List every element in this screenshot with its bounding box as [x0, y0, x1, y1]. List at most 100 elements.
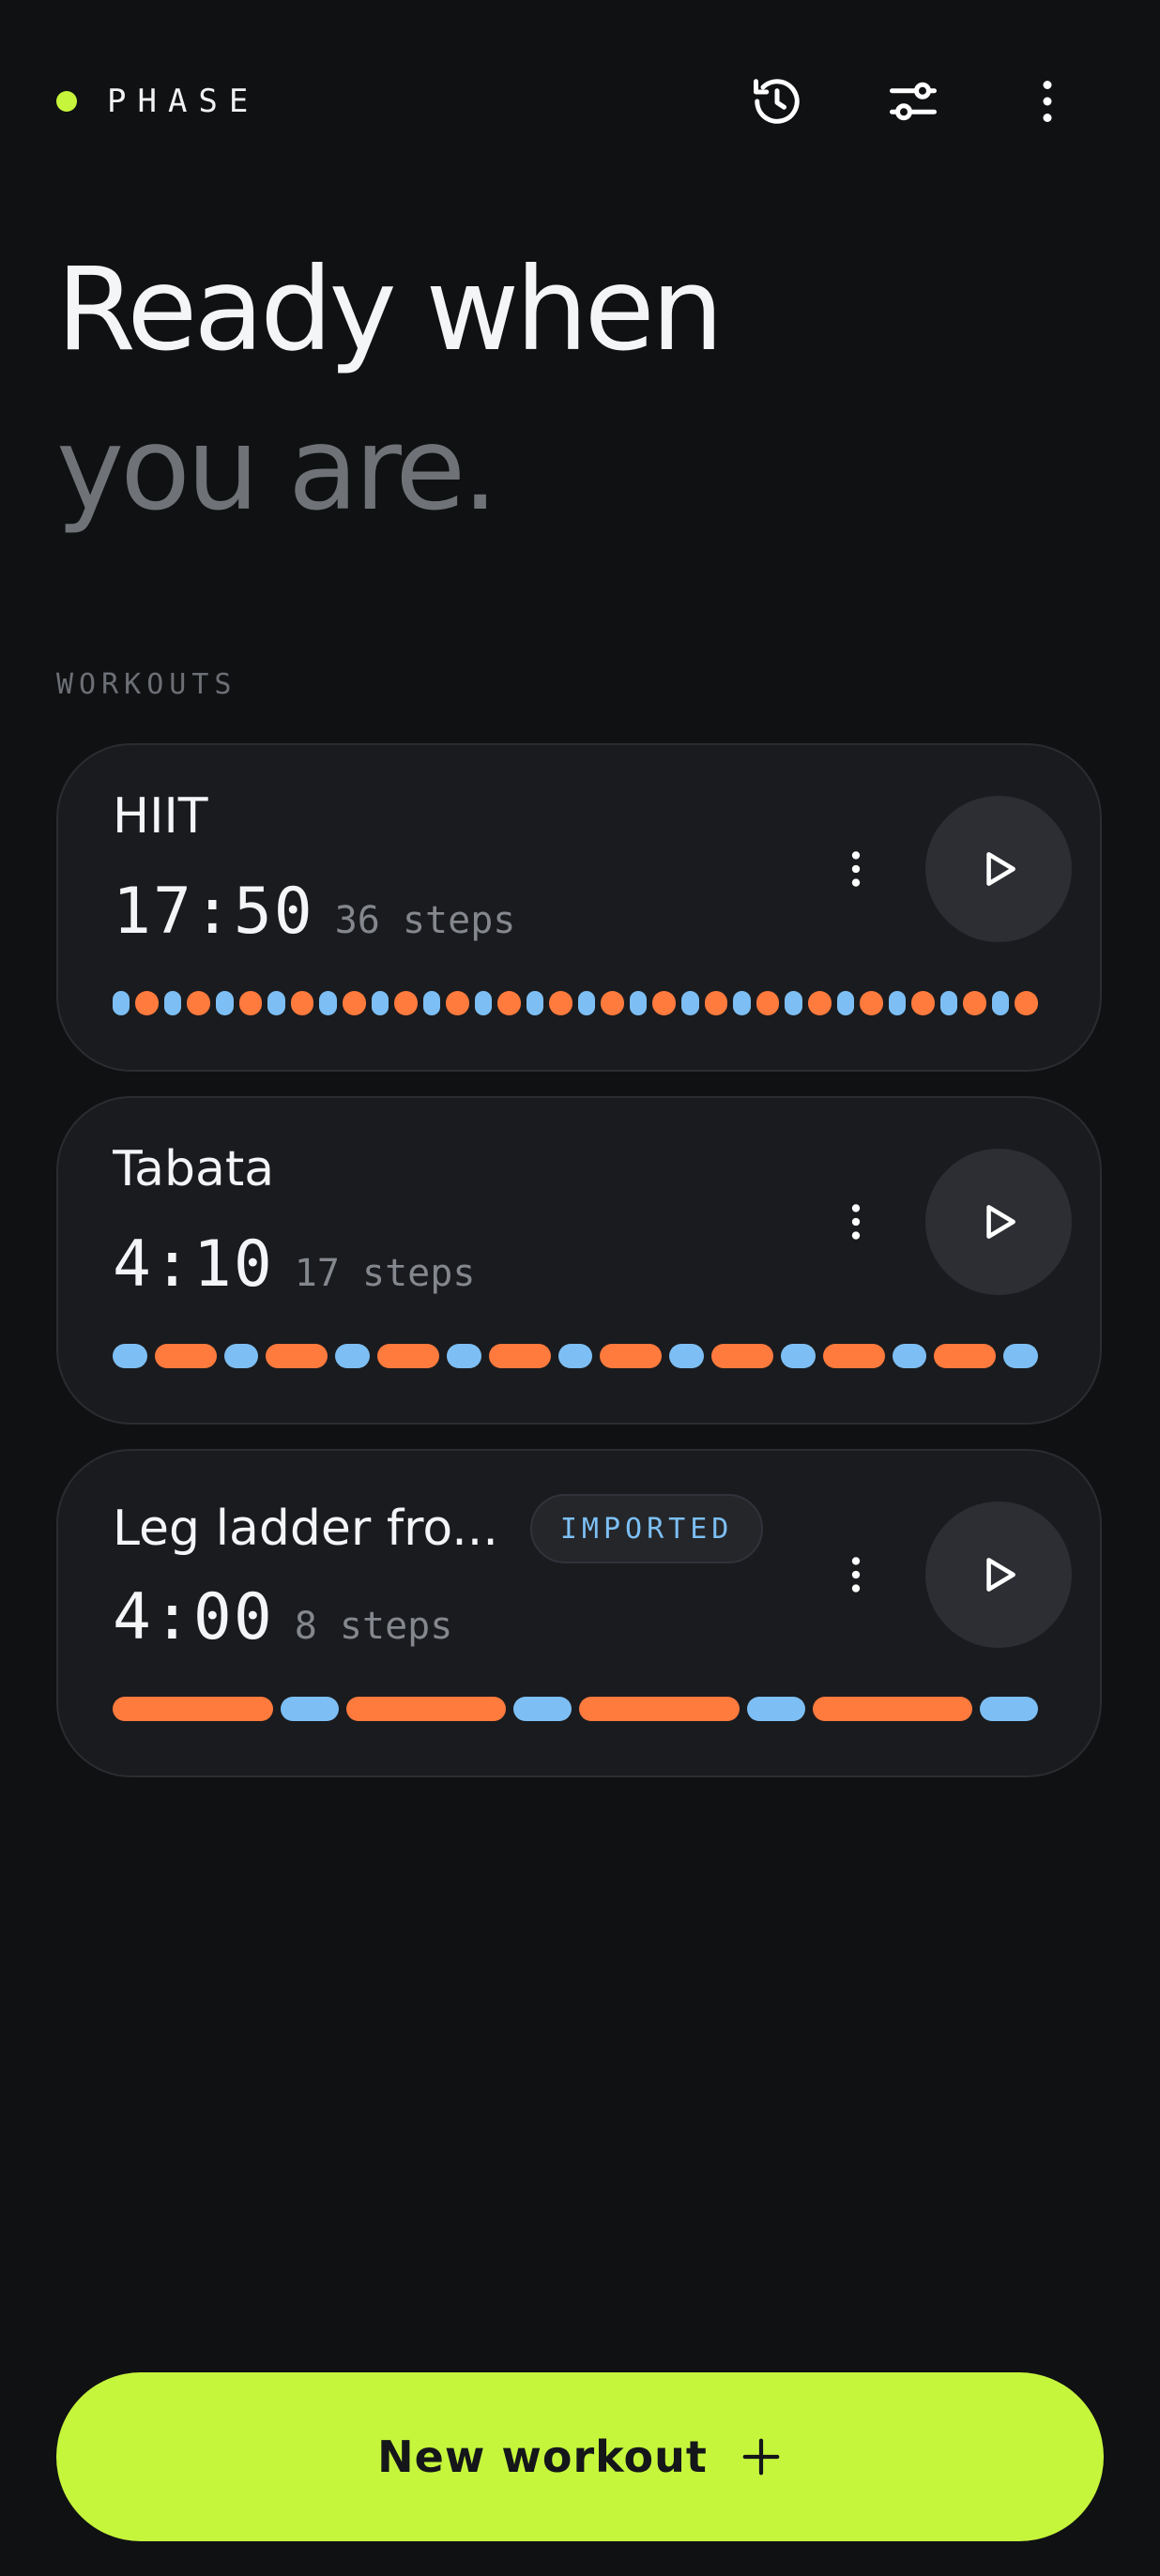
- step-rest-segment: [681, 991, 699, 1015]
- step-timeline: [113, 1344, 1038, 1368]
- workout-card-tabata[interactable]: Tabata 4:10 17 steps: [56, 1096, 1102, 1425]
- workout-options-button[interactable]: [818, 1537, 893, 1612]
- brand: PHASE: [56, 66, 259, 137]
- step-rest-segment: [164, 991, 182, 1015]
- step-rest-segment: [526, 991, 544, 1015]
- step-work-segment: [807, 991, 832, 1015]
- step-work-segment: [266, 1344, 328, 1368]
- step-work-segment: [600, 1344, 663, 1368]
- step-rest-segment: [280, 1697, 339, 1721]
- new-workout-button[interactable]: New workout: [56, 2372, 1104, 2541]
- step-rest-segment: [474, 991, 493, 1015]
- new-workout-label: New workout: [377, 2431, 708, 2482]
- step-work-segment: [549, 991, 572, 1015]
- step-work-segment: [113, 1697, 273, 1721]
- workout-options-button[interactable]: [818, 831, 893, 907]
- step-work-segment: [446, 991, 469, 1015]
- play-button[interactable]: [925, 1501, 1072, 1648]
- play-button[interactable]: [925, 1149, 1072, 1295]
- step-work-segment: [497, 991, 521, 1015]
- workout-title: Leg ladder fro...: [113, 1501, 498, 1557]
- tune-button[interactable]: [878, 66, 949, 137]
- step-rest-segment: [371, 991, 389, 1015]
- step-rest-segment: [785, 991, 802, 1015]
- workout-options-button[interactable]: [818, 1184, 893, 1259]
- more-vertical-icon: [851, 1204, 861, 1240]
- step-rest-segment: [557, 1344, 593, 1368]
- plus-icon: [742, 2438, 780, 2476]
- card-meta: 4:10 17 steps: [113, 1227, 475, 1302]
- step-work-segment: [187, 991, 211, 1015]
- workout-duration: 4:00: [113, 1580, 274, 1654]
- step-rest-segment: [669, 1344, 704, 1368]
- step-work-segment: [579, 1697, 740, 1721]
- step-work-segment: [711, 1344, 773, 1368]
- card-title-row: Tabata: [113, 1141, 274, 1197]
- headline-line-2: you are.: [56, 403, 498, 536]
- workout-card-hiit[interactable]: HIIT 17:50 36 steps: [56, 743, 1102, 1072]
- step-rest-segment: [630, 991, 648, 1015]
- step-rest-segment: [513, 1697, 572, 1721]
- step-work-segment: [934, 1344, 997, 1368]
- step-rest-segment: [980, 1697, 1038, 1721]
- step-work-segment: [393, 991, 418, 1015]
- workout-steps: 17 steps: [294, 1252, 476, 1295]
- app-name: PHASE: [107, 83, 260, 120]
- step-timeline: [113, 1697, 1038, 1721]
- step-rest-segment: [422, 991, 440, 1015]
- step-rest-segment: [781, 1344, 816, 1368]
- step-rest-segment: [991, 991, 1010, 1015]
- tune-icon: [890, 82, 937, 121]
- step-rest-segment: [223, 1344, 259, 1368]
- status-dot: [56, 91, 77, 112]
- play-icon: [986, 852, 1015, 886]
- card-meta: 17:50 36 steps: [113, 875, 515, 949]
- step-rest-segment: [267, 991, 285, 1015]
- workout-title: HIIT: [113, 788, 208, 845]
- step-work-segment: [652, 991, 677, 1015]
- step-rest-segment: [836, 991, 854, 1015]
- workout-card-leg-ladder[interactable]: Leg ladder fro... IMPORTED 4:00 8 steps: [56, 1449, 1102, 1777]
- step-work-segment: [812, 1697, 972, 1721]
- step-rest-segment: [939, 991, 958, 1015]
- step-work-segment: [859, 991, 883, 1015]
- more-vertical-icon: [851, 1557, 861, 1593]
- top-bar: PHASE: [56, 66, 1104, 137]
- step-work-segment: [756, 991, 780, 1015]
- step-rest-segment: [113, 1344, 147, 1368]
- step-work-segment: [963, 991, 986, 1015]
- step-work-segment: [704, 991, 728, 1015]
- section-label: WORKOUTS: [56, 668, 237, 701]
- workout-title: Tabata: [113, 1141, 275, 1197]
- headline: Ready when you are.: [56, 230, 724, 549]
- imported-badge: IMPORTED: [529, 1494, 764, 1563]
- step-work-segment: [1015, 991, 1038, 1015]
- step-rest-segment: [578, 991, 596, 1015]
- step-rest-segment: [892, 1344, 927, 1368]
- step-work-segment: [345, 1697, 506, 1721]
- step-rest-segment: [335, 1344, 370, 1368]
- step-work-segment: [238, 991, 263, 1015]
- step-work-segment: [822, 1344, 885, 1368]
- more-options-button[interactable]: [1012, 66, 1083, 137]
- step-rest-segment: [888, 991, 906, 1015]
- card-meta: 4:00 8 steps: [113, 1580, 452, 1654]
- home-screen: PHASE Ready when you are. WORKOUTS HIIT …: [0, 0, 1160, 2576]
- play-button[interactable]: [925, 796, 1072, 942]
- step-rest-segment: [447, 1344, 481, 1368]
- history-button[interactable]: [741, 66, 813, 137]
- card-title-row: Leg ladder fro... IMPORTED: [113, 1494, 764, 1563]
- step-work-segment: [488, 1344, 551, 1368]
- play-icon: [986, 1558, 1015, 1592]
- more-vertical-icon: [851, 851, 861, 887]
- step-rest-segment: [733, 991, 751, 1015]
- step-rest-segment: [216, 991, 234, 1015]
- headline-line-1: Ready when: [56, 243, 724, 376]
- workout-duration: 4:10: [113, 1227, 274, 1302]
- step-rest-segment: [746, 1697, 805, 1721]
- step-work-segment: [377, 1344, 439, 1368]
- step-rest-segment: [113, 991, 130, 1015]
- step-work-segment: [135, 991, 160, 1015]
- card-title-row: HIIT: [113, 788, 208, 845]
- play-icon: [986, 1205, 1015, 1239]
